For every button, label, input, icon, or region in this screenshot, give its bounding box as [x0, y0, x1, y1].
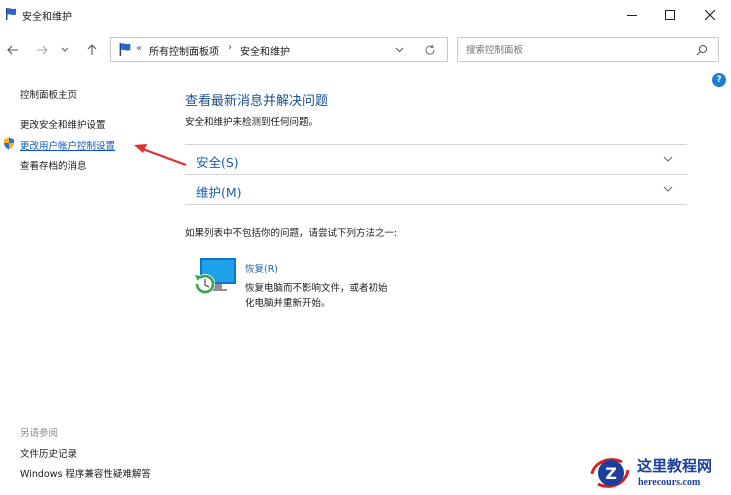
shield-icon	[4, 137, 14, 150]
status-message: 安全和维护未检测到任何问题。	[185, 117, 319, 128]
search-icon[interactable]	[696, 44, 708, 56]
maximize-icon	[665, 10, 675, 20]
search-input[interactable]	[464, 41, 688, 60]
close-icon	[705, 10, 715, 20]
chevron-down-icon	[663, 186, 673, 192]
breadcrumb-item[interactable]: 所有控制面板项	[149, 43, 219, 58]
section-maintenance-label: 维护(M)	[196, 185, 242, 200]
chevron-down-icon	[663, 156, 673, 162]
suggestion-text: 如果列表中不包括你的问题，请尝试下列方法之一:	[185, 228, 398, 239]
watermark-text: 这里教程网	[637, 457, 713, 475]
annotation-arrow-icon	[134, 144, 187, 167]
recovery-monitor-icon[interactable]	[192, 256, 238, 298]
watermark-url: herecours.com	[638, 477, 701, 488]
window-title: 安全和维护	[22, 12, 72, 23]
help-button[interactable]: ?	[712, 73, 726, 87]
arrow-up-icon	[87, 44, 97, 55]
up-button[interactable]	[82, 40, 102, 60]
recovery-description: 化电脑并重新开始。	[245, 298, 331, 309]
divider	[185, 204, 687, 205]
arrow-left-icon	[7, 45, 18, 55]
refresh-icon[interactable]	[424, 44, 436, 56]
close-button[interactable]	[690, 4, 730, 26]
recent-locations-button[interactable]	[58, 40, 72, 60]
sidebar-home-link[interactable]: 控制面板主页	[20, 87, 77, 101]
section-security[interactable]: 安全(S)	[185, 145, 687, 174]
breadcrumb-item[interactable]: 安全和维护	[240, 43, 290, 58]
help-icon: ?	[716, 75, 722, 85]
recovery-link[interactable]: 恢复(R)	[245, 261, 278, 275]
watermark-logo-icon: Z	[590, 458, 630, 488]
breadcrumb-overflow[interactable]: «	[136, 43, 142, 54]
address-bar[interactable]: « 所有控制面板项 › 安全和维护	[110, 37, 448, 62]
see-also-file-history-link[interactable]: 文件历史记录	[20, 446, 77, 460]
sidebar-item-change-uac-settings[interactable]: 更改用户帐户控制设置	[20, 138, 115, 152]
page-title: 查看最新消息并解决问题	[185, 94, 329, 109]
breadcrumb-chevron-icon[interactable]: ›	[228, 42, 232, 53]
minimize-icon	[627, 15, 637, 16]
flag-icon	[119, 43, 131, 56]
title-bar: 安全和维护	[0, 0, 731, 30]
section-security-label: 安全(S)	[196, 155, 239, 170]
search-box[interactable]	[457, 37, 719, 62]
recovery-description: 恢复电脑而不影响文件，或者初始	[245, 283, 388, 294]
sidebar-item-view-archived-messages[interactable]: 查看存档的消息	[20, 158, 87, 172]
arrow-right-icon	[37, 45, 48, 55]
sidebar-item-change-security-settings[interactable]: 更改安全和维护设置	[20, 117, 106, 131]
maximize-button[interactable]	[650, 4, 690, 26]
back-button[interactable]	[3, 40, 23, 60]
watermark-logo-letter: Z	[605, 464, 617, 483]
see-also-compat-troubleshooter-link[interactable]: Windows 程序兼容性疑难解答	[20, 466, 151, 480]
see-also-heading: 另请参阅	[20, 428, 59, 439]
forward-button[interactable]	[32, 40, 52, 60]
minimize-button[interactable]	[612, 4, 652, 26]
chevron-down-icon[interactable]	[395, 47, 404, 53]
section-maintenance[interactable]: 维护(M)	[185, 175, 687, 204]
flag-icon	[6, 8, 17, 20]
chevron-down-icon	[61, 47, 69, 52]
